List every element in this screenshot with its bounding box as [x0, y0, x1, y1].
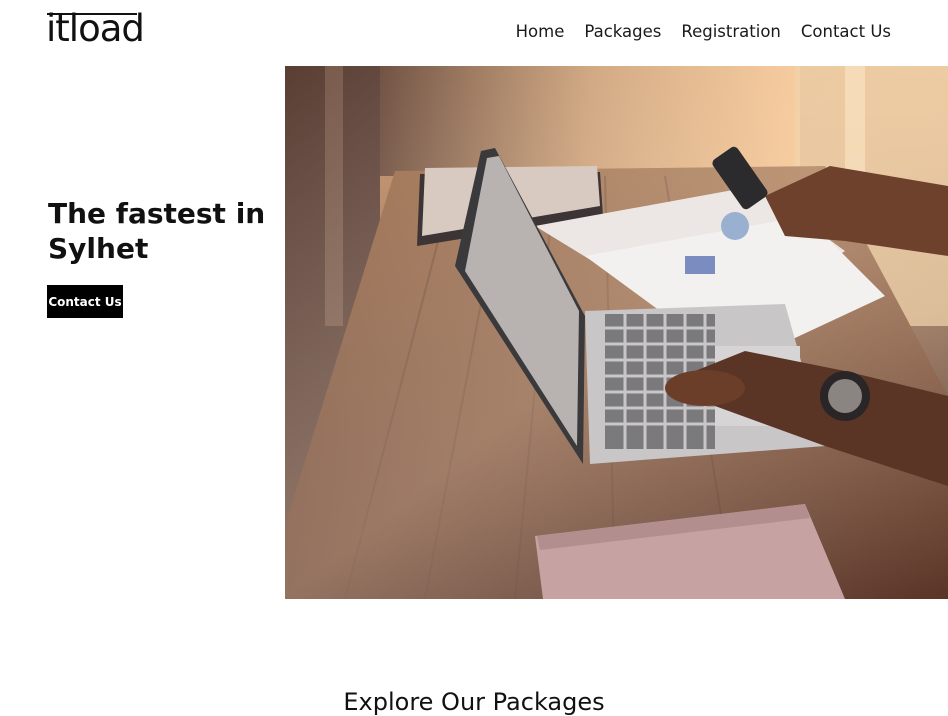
nav-home[interactable]: Home [516, 22, 565, 41]
packages-section-title: Explore Our Packages [343, 688, 605, 716]
contact-us-button[interactable]: Contact Us [47, 285, 123, 318]
site-logo[interactable]: itload [46, 10, 145, 47]
nav-registration[interactable]: Registration [681, 22, 781, 41]
nav-contact-us[interactable]: Contact Us [801, 22, 891, 41]
main-nav: Home Packages Registration Contact Us [516, 22, 891, 41]
hero-photo-laptop-desk [285, 66, 948, 599]
hero-title: The fastest in Sylhet [48, 197, 266, 265]
nav-packages[interactable]: Packages [584, 22, 661, 41]
